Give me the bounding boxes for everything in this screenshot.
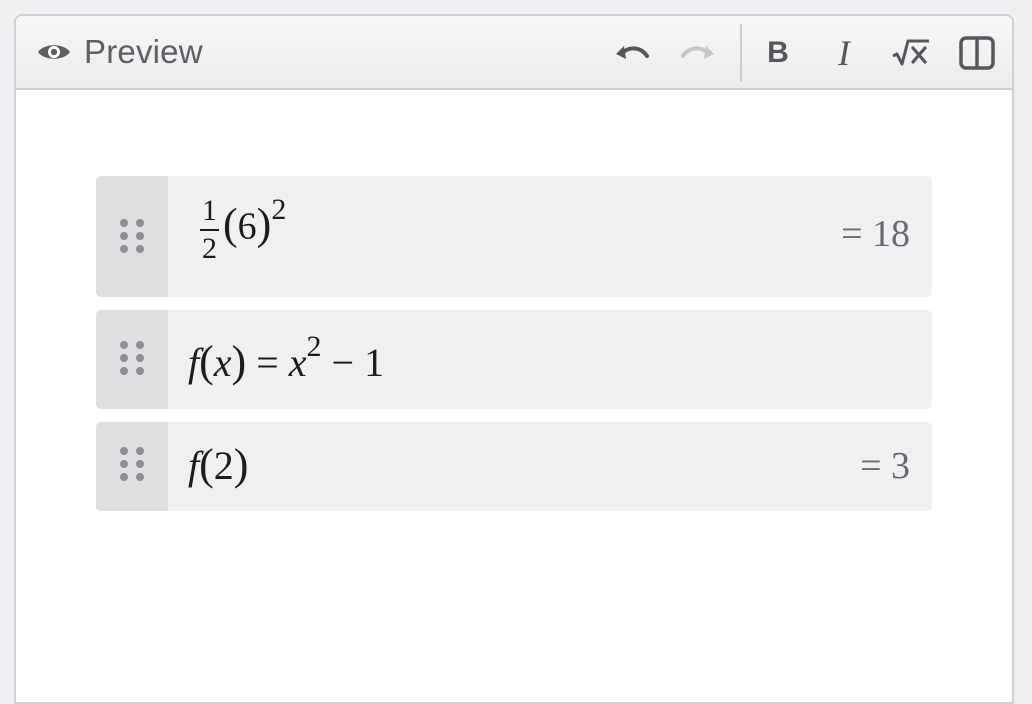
toolbar-separator: [740, 24, 742, 82]
paren-open: (: [199, 440, 214, 489]
exponent: 2: [306, 329, 322, 363]
bold-icon: B: [767, 36, 789, 69]
drag-handle[interactable]: [96, 310, 168, 409]
preview-label: Preview: [84, 33, 203, 70]
paren-close: ): [256, 199, 272, 249]
italic-icon: I: [838, 33, 850, 73]
math-button[interactable]: [888, 34, 934, 72]
paren-close: ): [233, 440, 249, 489]
paren-open: (: [223, 199, 238, 249]
variable: x: [288, 340, 307, 385]
expression-row[interactable]: f(2) = 3: [96, 422, 932, 511]
expression-rest: − 1: [321, 340, 385, 385]
expression-math[interactable]: 1 2 (6)2: [200, 193, 287, 264]
split-view-icon: [959, 36, 995, 70]
base-value: 6: [237, 205, 257, 248]
function-argument: x: [213, 340, 232, 385]
redo-button[interactable]: [676, 34, 720, 72]
redo-icon: [681, 46, 714, 59]
expression-math[interactable]: f(x) = x2 − 1: [188, 331, 385, 387]
exponent: 2: [271, 193, 287, 227]
bold-button[interactable]: B: [758, 34, 798, 72]
square-root-icon: [892, 39, 929, 66]
italic-button[interactable]: I: [824, 33, 864, 73]
fraction-denominator: 2: [202, 232, 217, 265]
split-view-button[interactable]: [956, 34, 998, 72]
drag-handle-icon: [120, 341, 144, 375]
eye-icon: [38, 45, 70, 59]
expression-result: = 3: [860, 445, 910, 487]
fraction-numerator: 1: [200, 196, 219, 231]
drag-handle[interactable]: [96, 422, 168, 511]
expression-result: = 18: [841, 213, 910, 255]
paren-close: ): [231, 337, 247, 386]
expression-math[interactable]: f(2): [188, 439, 248, 490]
drag-handle[interactable]: [96, 176, 168, 297]
function-argument: 2: [213, 443, 234, 488]
undo-button[interactable]: [610, 34, 654, 72]
paren-open: (: [199, 337, 214, 386]
fraction: 1 2: [200, 196, 219, 264]
expression-row[interactable]: f(x) = x2 − 1: [96, 310, 932, 409]
undo-icon: [616, 46, 649, 59]
toolbar: Preview B I: [16, 16, 1012, 90]
preview-button[interactable]: Preview: [36, 32, 203, 72]
equals-sign: =: [246, 340, 289, 385]
drag-handle-icon: [120, 447, 144, 481]
function-name: f: [188, 340, 200, 385]
function-name: f: [188, 443, 200, 488]
drag-handle-icon: [120, 219, 144, 253]
editor-panel: Preview B I 1 2 (6)2 = 18 f(x) = x2 − 1 …: [14, 14, 1014, 704]
expression-row[interactable]: 1 2 (6)2 = 18: [96, 176, 932, 297]
